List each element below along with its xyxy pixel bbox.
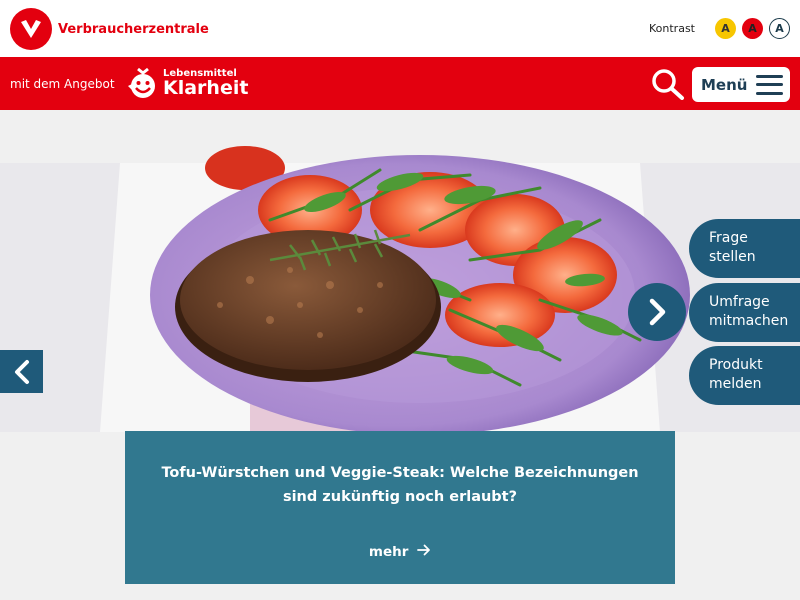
- ask-question-button[interactable]: Frage stellen: [689, 219, 800, 278]
- hero-slider: [0, 110, 800, 432]
- teaser-more-label: mehr: [368, 544, 409, 560]
- report-product-button[interactable]: Produkt melden: [689, 346, 800, 405]
- teaser-title: Tofu-Würstchen und Veggie-Steak: Welche …: [161, 465, 639, 505]
- v-logo-icon: [10, 8, 52, 50]
- main-nav-bar: mit dem Angebot Lebensmittel Klarheit Me…: [0, 57, 800, 110]
- offer-logo-text: Lebensmittel Klarheit: [163, 68, 249, 99]
- article-teaser: Tofu-Würstchen und Veggie-Steak: Welche …: [125, 431, 675, 584]
- chevron-right-icon: [649, 298, 666, 326]
- arrow-right-icon: [417, 544, 430, 556]
- search-icon: [652, 69, 684, 100]
- menu-button[interactable]: Menü: [692, 67, 790, 102]
- contrast-label: Kontrast: [649, 22, 695, 35]
- survey-line2: mitmachen: [709, 313, 789, 329]
- offer-logo-big: Klarheit: [163, 76, 249, 99]
- top-header: Verbraucherzentrale Kontrast A A A: [0, 0, 800, 57]
- slider-next-button[interactable]: [628, 283, 686, 341]
- hero-image: [0, 146, 800, 432]
- report-product-line2: melden: [709, 376, 762, 392]
- contrast-switcher: Kontrast A A A: [649, 18, 790, 39]
- ask-question-line2: stellen: [709, 249, 756, 265]
- search-button[interactable]: [651, 68, 685, 100]
- menu-label: Menü: [701, 75, 748, 94]
- chevron-left-icon: [14, 359, 29, 384]
- page: Verbraucherzentrale Kontrast A A A mit d…: [0, 0, 800, 600]
- lebensmittel-klarheit-logo[interactable]: Lebensmittel Klarheit: [126, 66, 248, 100]
- smiley-logo-icon: [128, 67, 155, 98]
- site-logo[interactable]: Verbraucherzentrale: [10, 8, 209, 50]
- report-product-line1: Produkt: [709, 357, 763, 373]
- contrast-default-button[interactable]: A: [769, 18, 790, 39]
- brand-name: Verbraucherzentrale: [58, 21, 209, 37]
- slider-prev-button[interactable]: [0, 350, 43, 393]
- survey-button[interactable]: Umfrage mitmachen: [689, 283, 800, 342]
- contrast-red-button[interactable]: A: [742, 18, 763, 39]
- hamburger-icon: [756, 74, 784, 95]
- ask-question-line1: Frage: [709, 230, 748, 246]
- survey-line1: Umfrage: [709, 294, 770, 310]
- offer-text: mit dem Angebot: [10, 77, 115, 91]
- teaser-more-link[interactable]: mehr: [125, 544, 675, 560]
- contrast-yellow-button[interactable]: A: [715, 18, 736, 39]
